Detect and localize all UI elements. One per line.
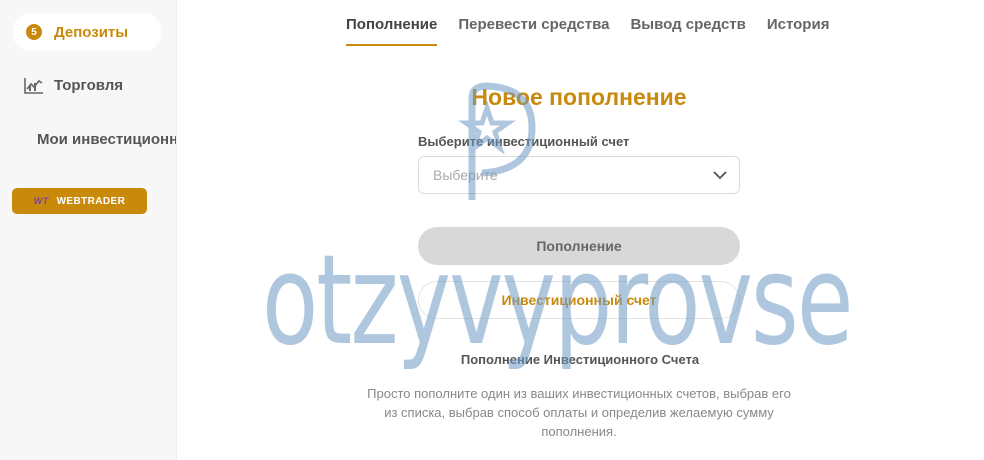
sidebar-item-label: Депозиты (54, 23, 129, 41)
tab-transfer[interactable]: Перевести средства (458, 0, 609, 46)
sidebar-item-label: Мои инвестиционные (37, 130, 177, 148)
sidebar: 5 Депозиты Торговля Мои инвестиционные W… (0, 0, 177, 460)
investment-account-button[interactable]: Инвестиционный счет (418, 281, 740, 319)
sidebar-item-investments[interactable]: Мои инвестиционные (12, 120, 177, 158)
account-select-placeholder: Выберите (433, 167, 498, 183)
sidebar-item-deposits[interactable]: 5 Депозиты (12, 13, 162, 51)
deposits-count-badge: 5 (26, 24, 42, 40)
deposit-submit-button[interactable]: Пополнение (418, 227, 740, 265)
account-select-label: Выберите инвестиционный счет (418, 134, 630, 149)
webtrader-button[interactable]: WT WEBTRADER (12, 188, 147, 214)
sidebar-item-trading[interactable]: Торговля (12, 66, 123, 104)
tab-bar: Пополнение Перевести средства Вывод сред… (346, 0, 829, 46)
webtrader-label: WEBTRADER (56, 195, 126, 207)
tab-withdraw[interactable]: Вывод средств (630, 0, 745, 46)
info-title: Пополнение Инвестиционного Счета (460, 352, 700, 367)
tab-deposit[interactable]: Пополнение (346, 0, 438, 46)
account-select[interactable]: Выберите (418, 156, 740, 194)
tab-history[interactable]: История (767, 0, 830, 46)
chevron-down-icon (713, 171, 727, 180)
info-text: Просто пополните один из ваших инвестици… (367, 386, 791, 439)
trading-chart-icon (24, 78, 43, 94)
page-title: Новое пополнение (471, 84, 687, 110)
webtrader-logo-icon: WT (33, 196, 49, 206)
sidebar-item-label: Торговля (54, 76, 124, 94)
